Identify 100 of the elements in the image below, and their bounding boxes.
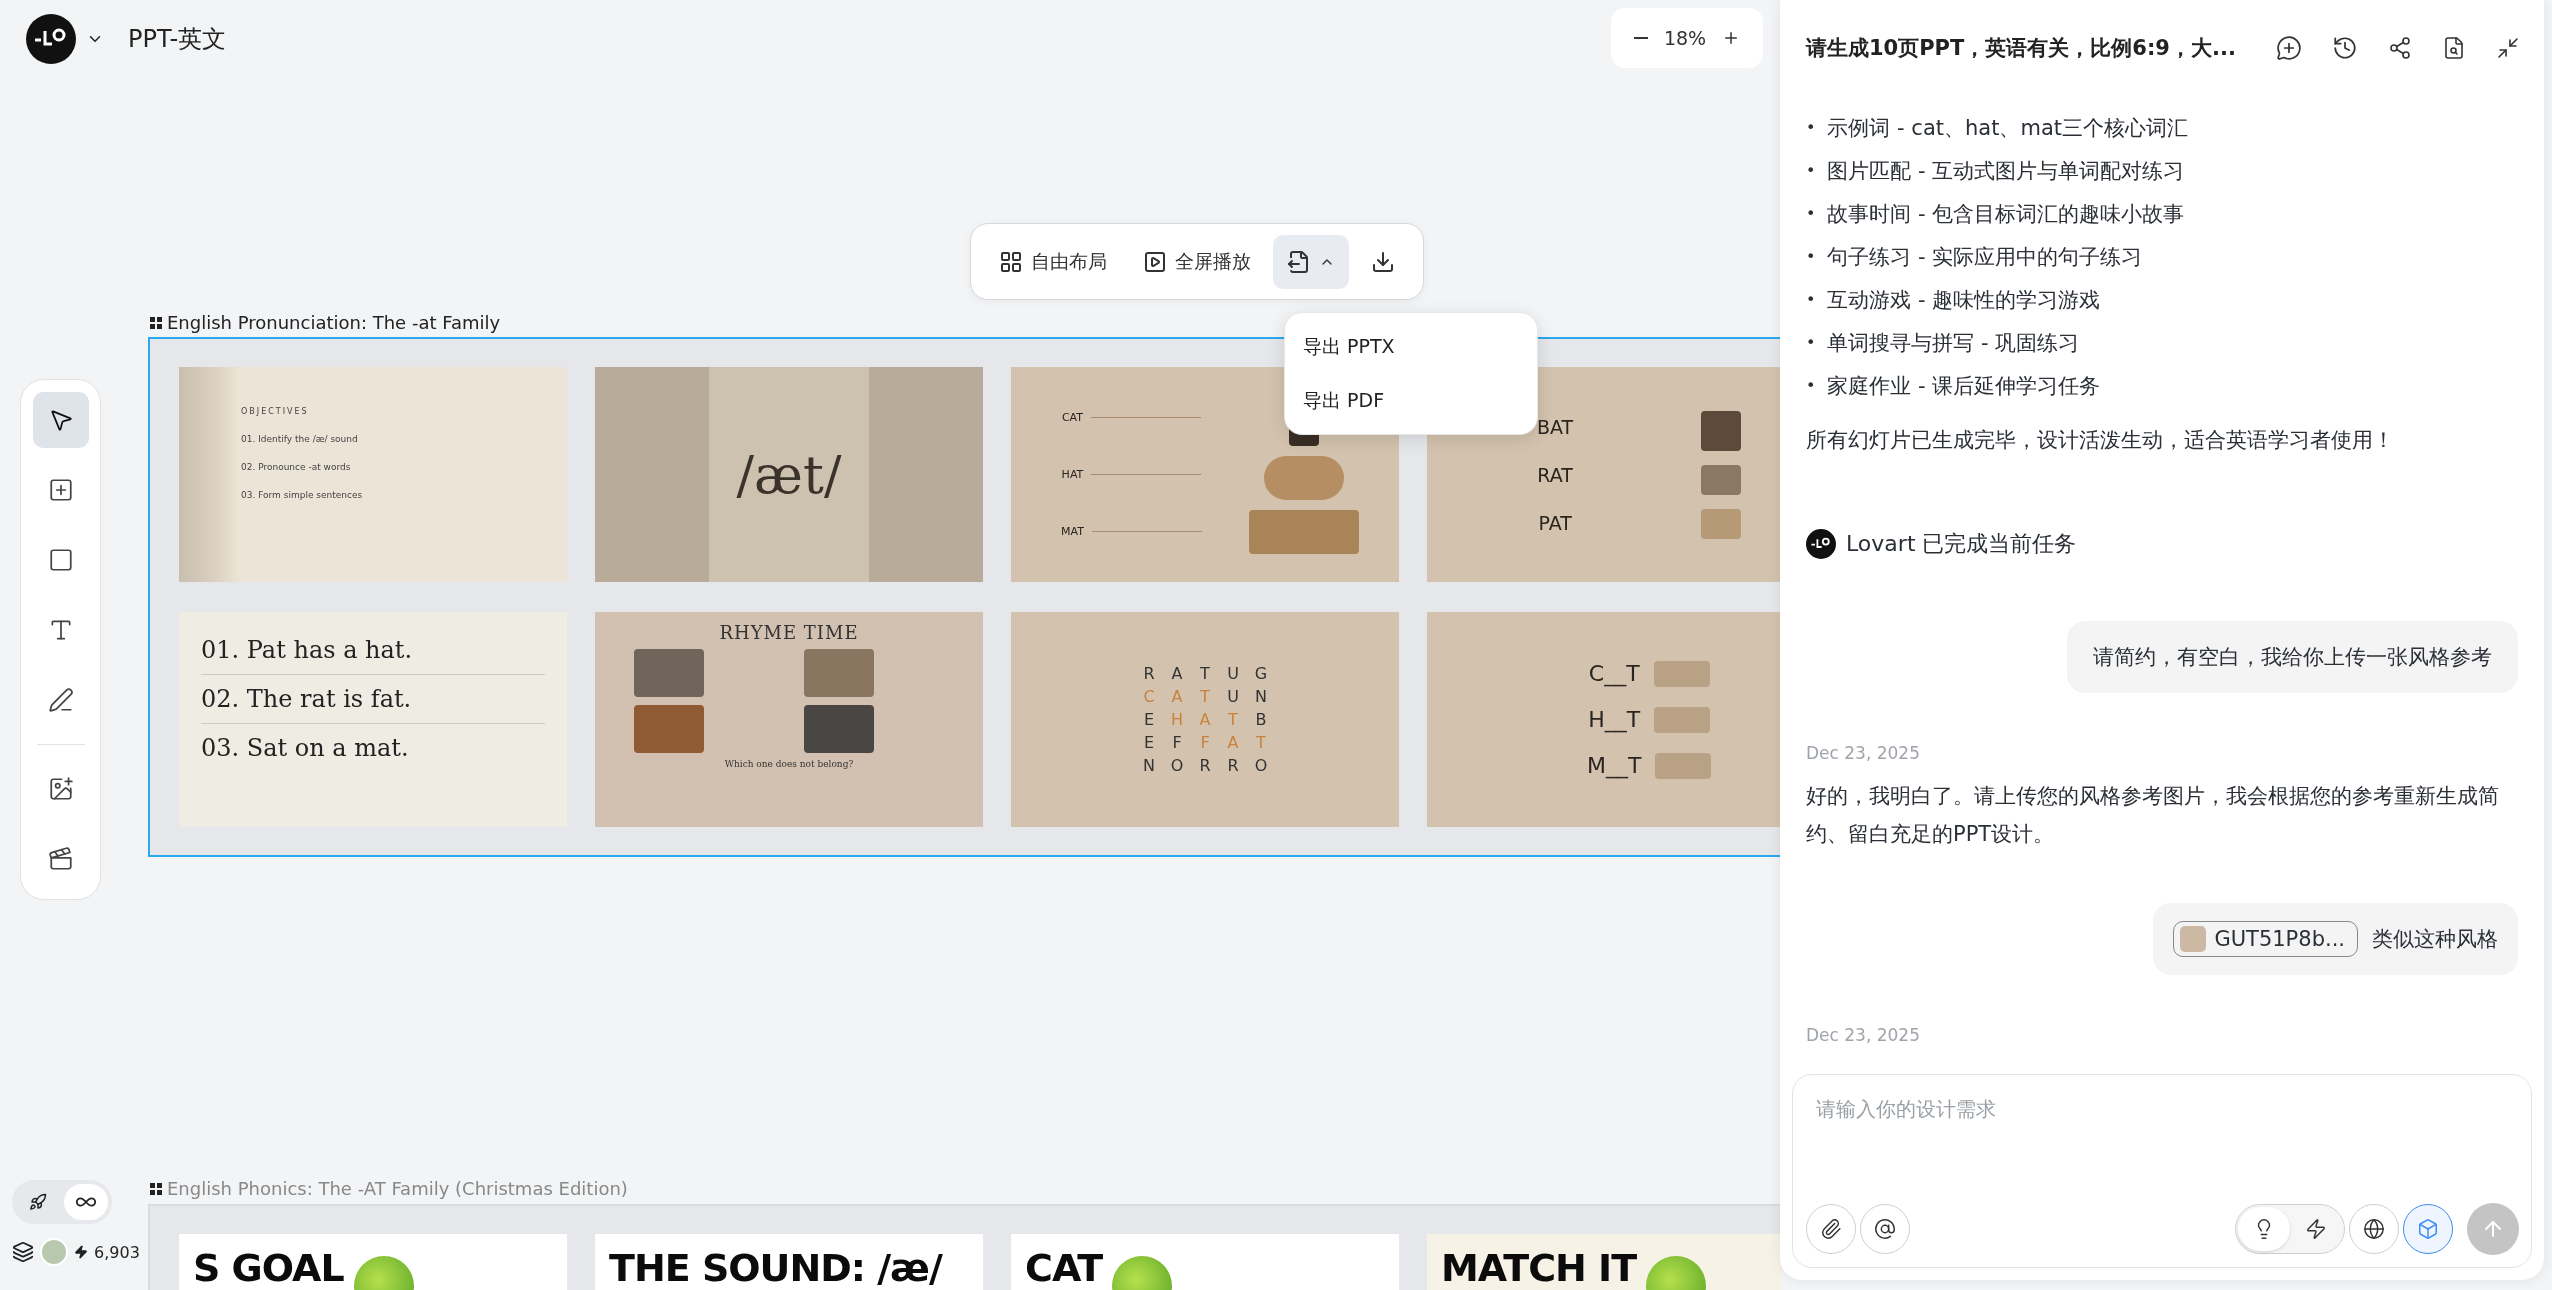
web-search-button[interactable] xyxy=(2349,1204,2399,1254)
slide[interactable]: RHYME TIME Which one does not belong? xyxy=(595,612,983,827)
infinite-mode-button[interactable] xyxy=(64,1184,108,1220)
project-title[interactable]: PPT-英文 xyxy=(128,23,227,55)
play-icon xyxy=(1143,249,1167,274)
slide-text: 03. Sat on a mat. xyxy=(201,733,410,764)
list-item: 互动游戏 - 趣味性的学习游戏 xyxy=(1827,286,2101,314)
frame[interactable]: S GOAL THE SOUND: /æ/ CAT MATCH IT xyxy=(148,1204,1781,1290)
globe-icon xyxy=(2363,1218,2385,1240)
slide-text: PAT xyxy=(1538,511,1572,534)
slide[interactable]: C__T H__T M__T xyxy=(1427,612,1781,827)
letter: F xyxy=(1171,733,1183,752)
letter: C xyxy=(1142,687,1156,706)
logo-icon xyxy=(1806,529,1836,559)
clapperboard-icon xyxy=(47,846,74,872)
photo-placeholder xyxy=(1701,410,1741,451)
idea-mode-button[interactable] xyxy=(2238,1207,2290,1251)
frame-title[interactable]: English Pronunciation: The -at Family xyxy=(167,312,501,333)
slide[interactable]: BAT RAT PAT xyxy=(1427,367,1781,582)
slide-text: H__T xyxy=(1588,707,1641,732)
letter: H xyxy=(1170,710,1184,729)
photo-placeholder xyxy=(1701,508,1741,539)
letter: B xyxy=(1254,710,1268,729)
frame[interactable] xyxy=(148,337,1781,857)
slide-heading: CAT xyxy=(1025,1246,1103,1290)
list-item: 故事时间 - 包含目标词汇的趣味小故事 xyxy=(1827,200,2185,228)
download-icon xyxy=(1371,249,1395,274)
rocket-icon xyxy=(29,1193,47,1211)
attachment-chip[interactable]: GUT51P8b... xyxy=(2173,921,2358,957)
slide-heading: MATCH IT xyxy=(1441,1246,1637,1290)
slide-heading: THE SOUND: /æ/ xyxy=(609,1246,942,1290)
logo-icon[interactable] xyxy=(26,14,76,64)
letter: T xyxy=(1227,710,1239,729)
slide-text: RAT xyxy=(1537,463,1573,486)
letter: G xyxy=(1253,664,1269,683)
slide-text: 01. Pat has a hat. xyxy=(201,626,545,675)
bullet: • xyxy=(1806,161,1816,180)
list-item: 句子练习 - 实际应用中的句子练习 xyxy=(1827,243,2143,271)
letter: T xyxy=(1199,664,1211,683)
credit-count: 6,903 xyxy=(94,1242,140,1262)
letter: U xyxy=(1226,687,1240,706)
letter: A xyxy=(1170,687,1184,706)
slide[interactable]: S GOAL xyxy=(179,1234,567,1290)
letter: A xyxy=(1170,664,1184,683)
grid-icon xyxy=(999,249,1023,274)
letter: E xyxy=(1142,710,1156,729)
bullet: • xyxy=(1806,204,1816,223)
select-tool[interactable] xyxy=(32,392,89,448)
slide-text: M__T xyxy=(1587,753,1642,778)
letter: T xyxy=(1199,687,1211,706)
slide[interactable]: CAT xyxy=(1011,1234,1399,1290)
photo-placeholder xyxy=(804,649,874,697)
zoom-level: 18% xyxy=(1663,27,1707,49)
slide-text: C__T xyxy=(1588,661,1640,686)
grid-icon xyxy=(150,1182,162,1195)
message-date: Dec 23, 2025 xyxy=(1806,743,1921,763)
slide-text: 01. Identify the /æ/ sound xyxy=(241,434,359,444)
free-layout-button[interactable]: 自由布局 xyxy=(985,234,1121,289)
mention-button[interactable] xyxy=(1860,1204,1910,1254)
layers-icon[interactable] xyxy=(12,1241,34,1263)
message-text: 所有幻灯片已生成完毕，设计活泼生动，适合英语学习者使用！ xyxy=(1806,427,2395,454)
pen-icon xyxy=(47,687,74,713)
grid-icon xyxy=(150,316,162,329)
slide[interactable]: 01. Pat has a hat. 02. The rat is fat. 03. Sat on a mat. xyxy=(179,612,567,827)
export-button[interactable] xyxy=(1273,234,1349,289)
slide[interactable]: THE SOUND: /æ/ xyxy=(595,1234,983,1290)
attach-button[interactable] xyxy=(1806,1204,1856,1254)
minus-icon xyxy=(1633,37,1648,39)
slide[interactable]: R A T U G C A T U N E H A T B E F F A T N O R R O xyxy=(1011,612,1399,827)
bullet: • xyxy=(1806,290,1816,309)
slide-text: 02. Pronounce -at words xyxy=(241,462,352,472)
user-message: 类似这种风格 xyxy=(2372,926,2498,953)
letter: F xyxy=(1199,733,1211,752)
list-item: 单词搜寻与拼写 - 巩固练习 xyxy=(1827,329,2080,357)
fullscreen-play-button[interactable]: 全屏播放 xyxy=(1129,234,1265,289)
letter: O xyxy=(1169,756,1185,775)
image-plus-icon xyxy=(47,776,74,802)
slide-text: 03. Form simple sentences xyxy=(241,490,364,500)
letter: A xyxy=(1226,733,1240,752)
paperclip-icon xyxy=(1820,1218,1842,1240)
slide-text: 02. The rat is fat. xyxy=(201,675,545,724)
slide-text: HAT xyxy=(1061,468,1084,481)
square-icon xyxy=(47,547,74,573)
photo-placeholder xyxy=(634,649,704,697)
menu-item[interactable]: 导出 PPTX xyxy=(1303,325,1519,368)
file-search-icon xyxy=(2442,36,2466,60)
slide[interactable]: MATCH IT xyxy=(1427,1234,1781,1290)
bullet: • xyxy=(1806,376,1816,395)
letter: O xyxy=(1253,756,1269,775)
letter: R xyxy=(1142,664,1156,683)
letter: N xyxy=(1142,756,1156,775)
letter: T xyxy=(1255,733,1267,752)
user-message: 请简约，有空白，我给你上传一张风格参考 xyxy=(2067,621,2518,693)
bullet: • xyxy=(1806,118,1816,137)
bullet: • xyxy=(1806,247,1816,266)
chat-title: 请生成10页PPT，英语有关，比例6:9，大... xyxy=(1806,35,2236,62)
bullet: • xyxy=(1806,333,1816,352)
slide-heading: S GOAL xyxy=(193,1246,344,1290)
letter: N xyxy=(1254,687,1268,706)
collapse-icon xyxy=(2496,36,2520,60)
